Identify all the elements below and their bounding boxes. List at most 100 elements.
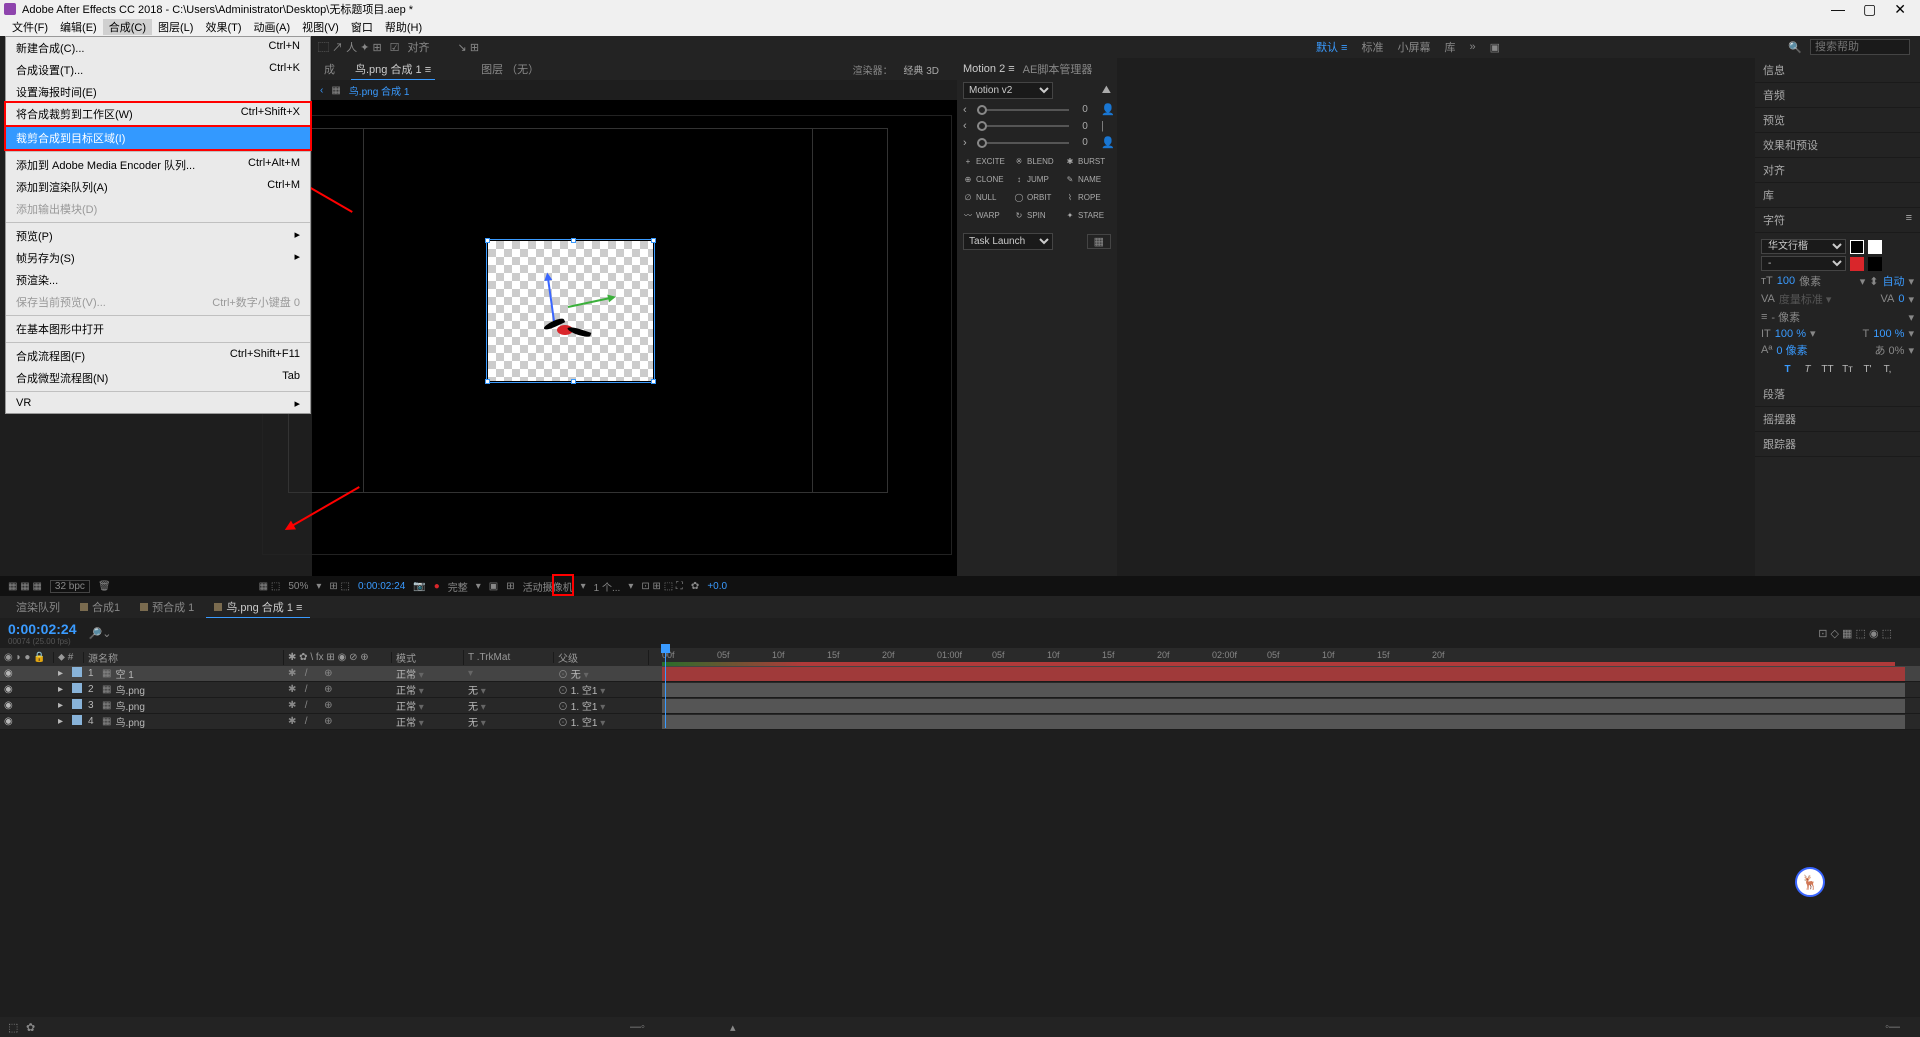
timeline-tab[interactable]: 渲染队列 [8,597,68,617]
grid-icon[interactable]: ⊞ [506,581,514,592]
panel-info[interactable]: 信息 [1755,58,1920,83]
menu-item[interactable]: 在基本图形中打开 [6,318,310,340]
tab-motion2[interactable]: Motion 2 ≡ [963,63,1015,75]
timeline-search-icon[interactable]: 🔎⌄ [89,627,112,640]
workspace-small[interactable]: 小屏幕 [1397,39,1430,55]
close-button[interactable]: ✕ [1894,1,1906,18]
search-input[interactable] [1810,39,1910,55]
vscale[interactable]: 100 % [1775,328,1806,340]
zoom-slider-marker[interactable]: ▴ [730,1021,736,1034]
roi-handle[interactable] [485,238,490,243]
maximize-button[interactable]: ▢ [1863,1,1876,18]
roi-handle[interactable] [651,379,656,384]
menu-composition[interactable]: 合成(C) [103,19,152,35]
breadcrumb-name[interactable]: 鸟.png 合成 1 [349,83,410,98]
renderer-value[interactable]: 经典 3D [899,64,943,79]
menu-effect[interactable]: 效果(T) [199,19,247,35]
col-source-name[interactable]: 源名称 [84,650,284,665]
menu-edit[interactable]: 编辑(E) [54,19,103,35]
motion-slider[interactable]: ‹0👤 [957,101,1117,118]
menu-item[interactable]: 预渲染... [6,269,310,291]
menu-layer[interactable]: 图层(L) [152,19,199,35]
quality-select[interactable]: 完整 [448,579,468,594]
menu-item[interactable]: 设置海报时间(E) [6,81,310,103]
playhead[interactable] [665,648,666,728]
hscale[interactable]: 100 % [1873,328,1904,340]
menu-item[interactable]: 添加到渲染队列(A)Ctrl+M [6,176,310,198]
panel-tracker[interactable]: 跟踪器 [1755,432,1920,457]
roi-handle[interactable] [571,238,576,243]
motion-btn-stare[interactable]: ✦STARE [1063,207,1112,223]
roi-region[interactable] [488,241,653,381]
exposure-icon[interactable]: ✿ [691,581,699,592]
menu-item[interactable]: VR [6,394,310,413]
leading-value[interactable]: 自动 [1882,273,1904,289]
font-size-value[interactable]: 100 [1777,275,1795,287]
comp-viewer[interactable] [312,100,957,576]
minimize-button[interactable]: — [1831,1,1845,18]
motion-btn-name[interactable]: ✎NAME [1063,171,1112,187]
comp-tab-active[interactable]: 鸟.png 合成 1 ≡ [351,59,435,80]
menu-file[interactable]: 文件(F) [6,19,54,35]
layer-track[interactable] [662,714,1905,730]
time-display[interactable]: 0:00:02:24 [358,581,405,592]
zoom-slider-right[interactable]: ◦— [1885,1021,1900,1033]
roi-icon[interactable]: ▣ [489,581,498,592]
zoom-slider-left[interactable]: —◦ [630,1021,645,1033]
motion-btn-spin[interactable]: ↻SPIN [1012,207,1061,223]
menu-item[interactable]: 预览(P) [6,225,310,247]
align-label[interactable]: 对齐 [408,39,430,55]
motion-slider[interactable]: ‹0| [957,118,1117,134]
toggle-modes-icon[interactable]: ✿ [26,1021,38,1033]
menu-item[interactable]: 合成流程图(F)Ctrl+Shift+F11 [6,345,310,367]
bpc-button[interactable]: 32 bpc [50,580,90,593]
menu-item[interactable]: 将合成裁剪到工作区(W)Ctrl+Shift+X [4,101,312,127]
workspace-more[interactable]: » [1469,41,1475,53]
col-parent[interactable]: 父级 [554,650,649,665]
res-icon[interactable]: ⊞ ⬚ [329,581,350,592]
color-swatch-2[interactable] [1868,257,1882,271]
motion-btn-clone[interactable]: ⊕CLONE [961,171,1010,187]
font-select[interactable]: 华文行楷 [1761,239,1846,254]
color-swatch-1[interactable] [1850,257,1864,271]
motion-preset-select[interactable]: Motion v2 [963,82,1053,99]
motion-btn-warp[interactable]: 〰WARP [961,207,1010,223]
menu-item[interactable]: 合成微型流程图(N)Tab [6,367,310,389]
panel-audio[interactable]: 音频 [1755,83,1920,108]
timeline-toggle-icons[interactable]: ⊡ ◇ ▦ ⬚ ◉ ⬚ [1818,627,1892,640]
views-select[interactable]: 1 个... [594,579,621,594]
viewer-icons-left[interactable]: ▦ ⬚ [259,581,281,592]
italic-button[interactable]: T [1800,362,1816,376]
project-icons[interactable]: ▦ ▦ ▦ [8,581,42,592]
panel-preview[interactable]: 预览 [1755,108,1920,133]
layer-track[interactable] [662,698,1905,714]
baseline[interactable]: 0 像素 [1776,342,1807,358]
menu-item[interactable]: 合成设置(T)...Ctrl+K [6,59,310,81]
timeline-time[interactable]: 0:00:02:24 [8,621,77,637]
subscript-button[interactable]: T, [1880,362,1896,376]
panel-library[interactable]: 库 [1755,183,1920,208]
col-mode[interactable]: 模式 [392,650,464,665]
motion-btn-jump[interactable]: ↕JUMP [1012,171,1061,187]
workspace-library[interactable]: 库 [1444,39,1455,55]
snap-icons[interactable]: ↘ ⊞ [458,41,480,54]
snapshot-icon[interactable]: 📷 [413,581,425,592]
allcaps-button[interactable]: TT [1820,362,1836,376]
menu-item[interactable]: 裁剪合成到目标区域(I) [4,125,312,151]
motion-btn-orbit[interactable]: ◯ORBIT [1012,189,1061,205]
workspace-default[interactable]: 默认 ≡ [1316,39,1347,55]
panel-wiggler[interactable]: 摇摆器 [1755,407,1920,432]
fill-color[interactable] [1850,240,1864,254]
menu-animation[interactable]: 动画(A) [248,19,297,35]
tool-icons[interactable]: ⬚ ↗ 人 ✦ ⊞ [318,39,382,55]
motion-btn-burst[interactable]: ✱BURST [1063,153,1112,169]
panel-effects[interactable]: 效果和预设 [1755,133,1920,158]
menu-item[interactable]: 新建合成(C)...Ctrl+N [6,37,310,59]
timeline-tab[interactable]: 合成1 [72,597,128,617]
smallcaps-button[interactable]: Tт [1840,362,1856,376]
panel-paragraph[interactable]: 段落 [1755,382,1920,407]
breadcrumb-back[interactable]: ‹ [320,85,323,96]
timeline-tab[interactable]: 鸟.png 合成 1 ≡ [206,597,310,618]
menu-bar[interactable]: 文件(F) 编辑(E) 合成(C) 图层(L) 效果(T) 动画(A) 视图(V… [0,18,1920,36]
viewer-icons-right[interactable]: ⊡ ⊞ ⬚ ⛶ [641,581,683,592]
